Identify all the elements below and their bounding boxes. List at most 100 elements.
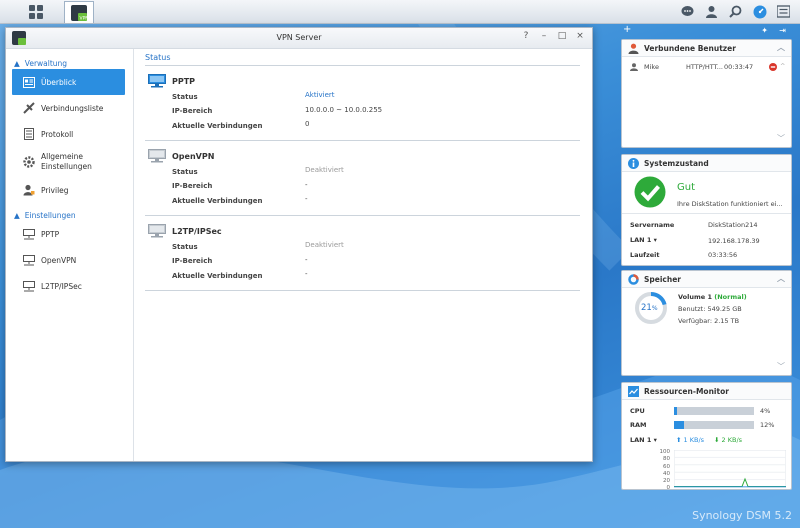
lan-dropdown[interactable]: LAN 1 ▾ [630, 236, 657, 244]
connections-value: - [305, 195, 308, 203]
user-icon [630, 63, 638, 71]
chart-tick-label: 20 [663, 478, 670, 485]
ip-range-label: IP-Bereich [172, 107, 213, 115]
sidebar-item-label: PPTP [41, 229, 60, 239]
status-value: Deaktiviert [305, 241, 344, 249]
status-value: Deaktiviert [305, 166, 344, 174]
window-title: VPN Server [276, 33, 322, 42]
arrow-up-icon: ⬆ [676, 436, 682, 444]
ip-range-label: IP-Bereich [172, 257, 213, 265]
dashboard-icon [753, 5, 766, 18]
checkmark-icon [634, 176, 666, 208]
chevron-up-icon[interactable]: ︿ [777, 42, 785, 53]
sidebar-item-l2tp-ipsec[interactable]: L2TP/IPSec [12, 273, 125, 299]
user-button[interactable] [703, 3, 720, 20]
uptime-value: 03:33:56 [708, 251, 738, 259]
volume-status: (Normal) [714, 293, 747, 301]
page-title: Status [145, 49, 580, 66]
chevron-up-icon[interactable]: ︿ [777, 273, 785, 284]
servername-value: DiskStation214 [708, 221, 758, 229]
widget-header: Verbundene Benutzer ︿ [622, 40, 791, 57]
lan-dropdown[interactable]: LAN 1 ▾ [630, 436, 657, 444]
gear-icon [23, 156, 35, 168]
sidebar-item-openvpn[interactable]: OpenVPN [12, 247, 125, 273]
vpn-disabled-icon [148, 149, 166, 163]
widgets-button[interactable] [751, 3, 768, 20]
close-button[interactable]: × [575, 31, 585, 41]
synology-logo: Synology DSM 5.2 [692, 509, 792, 522]
chevron-down-icon: ▾ [653, 436, 657, 444]
volume-name-text: Volume 1 [678, 293, 712, 301]
storage-icon [628, 273, 639, 285]
sidebar-item-pptp[interactable]: PPTP [12, 221, 125, 247]
connections-value: 0 [305, 120, 310, 128]
vpn-name: PPTP [172, 76, 196, 86]
sidebar-item-label: Verbindungsliste [41, 103, 104, 113]
taskbar-vpn-server-button[interactable]: VPN [64, 1, 94, 23]
cpu-bar [674, 407, 754, 415]
storage-widget: Speicher ︿ 21% Volume 1 (Normal) Benutzt… [621, 270, 792, 376]
chevron-down-icon[interactable]: ﹀ [777, 361, 785, 372]
scroll-up-icon[interactable]: ^ [780, 62, 785, 70]
status-value: Aktiviert [305, 91, 335, 99]
disconnect-icon[interactable] [769, 63, 777, 71]
user-icon [706, 6, 717, 18]
sidebar-item-label: Privileg [41, 185, 69, 195]
widget-header: Ressourcen-Monitor [622, 383, 791, 400]
connected-users-widget: Verbundene Benutzer ︿ Mike HTTP/HTT... 0… [621, 39, 792, 148]
sidebar-item-log[interactable]: Protokoll [12, 121, 125, 147]
taskbar: VPN [0, 0, 800, 24]
vpn-enabled-icon [148, 74, 166, 88]
health-message: Ihre DiskStation funktioniert ei... [677, 200, 783, 208]
sidebar-item-label-line2: Einstellungen [41, 162, 92, 171]
user-protocol: HTTP/HTT... [686, 63, 723, 71]
ram-label: RAM [630, 421, 647, 429]
sidebar-section-einstellungen[interactable]: ▲ Einstellungen [6, 205, 133, 221]
chart-tick-label: 60 [663, 463, 670, 470]
sidebar-item-privilege[interactable]: Privileg [12, 177, 125, 203]
main-menu-button[interactable] [10, 2, 62, 22]
chevron-up-icon: ▲ [14, 59, 20, 68]
sidebar-item-label: OpenVPN [41, 255, 77, 265]
search-button[interactable] [727, 3, 744, 20]
ip-range-label: IP-Bereich [172, 182, 213, 190]
monitor-icon [628, 385, 639, 397]
help-button[interactable]: ? [521, 31, 531, 41]
user-name: Mike [644, 63, 659, 71]
users-icon [628, 43, 639, 54]
sidebar-item-overview[interactable]: Überblick [12, 69, 125, 95]
widget-title: Ressourcen-Monitor [644, 386, 729, 396]
connections-value: - [305, 270, 308, 278]
sidebar-item-connection-list[interactable]: Verbindungsliste [12, 95, 125, 121]
user-privilege-icon [23, 184, 35, 196]
vpn-name: L2TP/IPSec [172, 226, 222, 236]
pin-icon[interactable]: ✦ [761, 26, 768, 35]
log-icon [23, 128, 35, 140]
chart-tick-label: 40 [663, 470, 670, 477]
add-widget-button[interactable]: + [623, 24, 631, 35]
close-panel-button[interactable]: ⇥ [779, 26, 786, 35]
chevron-up-icon: ▲ [14, 211, 20, 220]
storage-available: Verfügbar: 2.15 TB [678, 317, 740, 325]
cpu-label: CPU [630, 407, 645, 415]
search-icon [729, 5, 742, 18]
minimize-button[interactable]: – [539, 31, 549, 41]
sidebar-section-verwaltung[interactable]: ▲ Verwaltung [6, 53, 133, 69]
notification-button[interactable] [679, 3, 696, 20]
chevron-down-icon[interactable]: ﹀ [777, 133, 785, 144]
status-label: Status [172, 168, 198, 176]
chat-bubble-icon [681, 6, 694, 16]
widget-panel: + ✦ ⇥ Verbundene Benutzer ︿ Mike HTTP/HT… [619, 24, 794, 494]
vpn-section-l2tp-ipsec: L2TP/IPSec Status Deaktiviert IP-Bereich… [145, 216, 580, 291]
options-button[interactable] [775, 3, 792, 20]
network-chart [674, 450, 786, 488]
download-line [674, 477, 786, 487]
lan-ip-value: 192.168.178.39 [708, 237, 760, 245]
sidebar-item-general-settings[interactable]: Allgemeine Einstellungen [12, 147, 125, 177]
list-icon [777, 5, 790, 18]
vpn-disabled-icon [148, 224, 166, 238]
volume-name: Volume 1 (Normal) [678, 293, 747, 301]
window-titlebar[interactable]: VPN Server ? – □ × [6, 28, 592, 49]
maximize-button[interactable]: □ [557, 31, 567, 41]
uptime-label: Laufzeit [630, 251, 660, 259]
